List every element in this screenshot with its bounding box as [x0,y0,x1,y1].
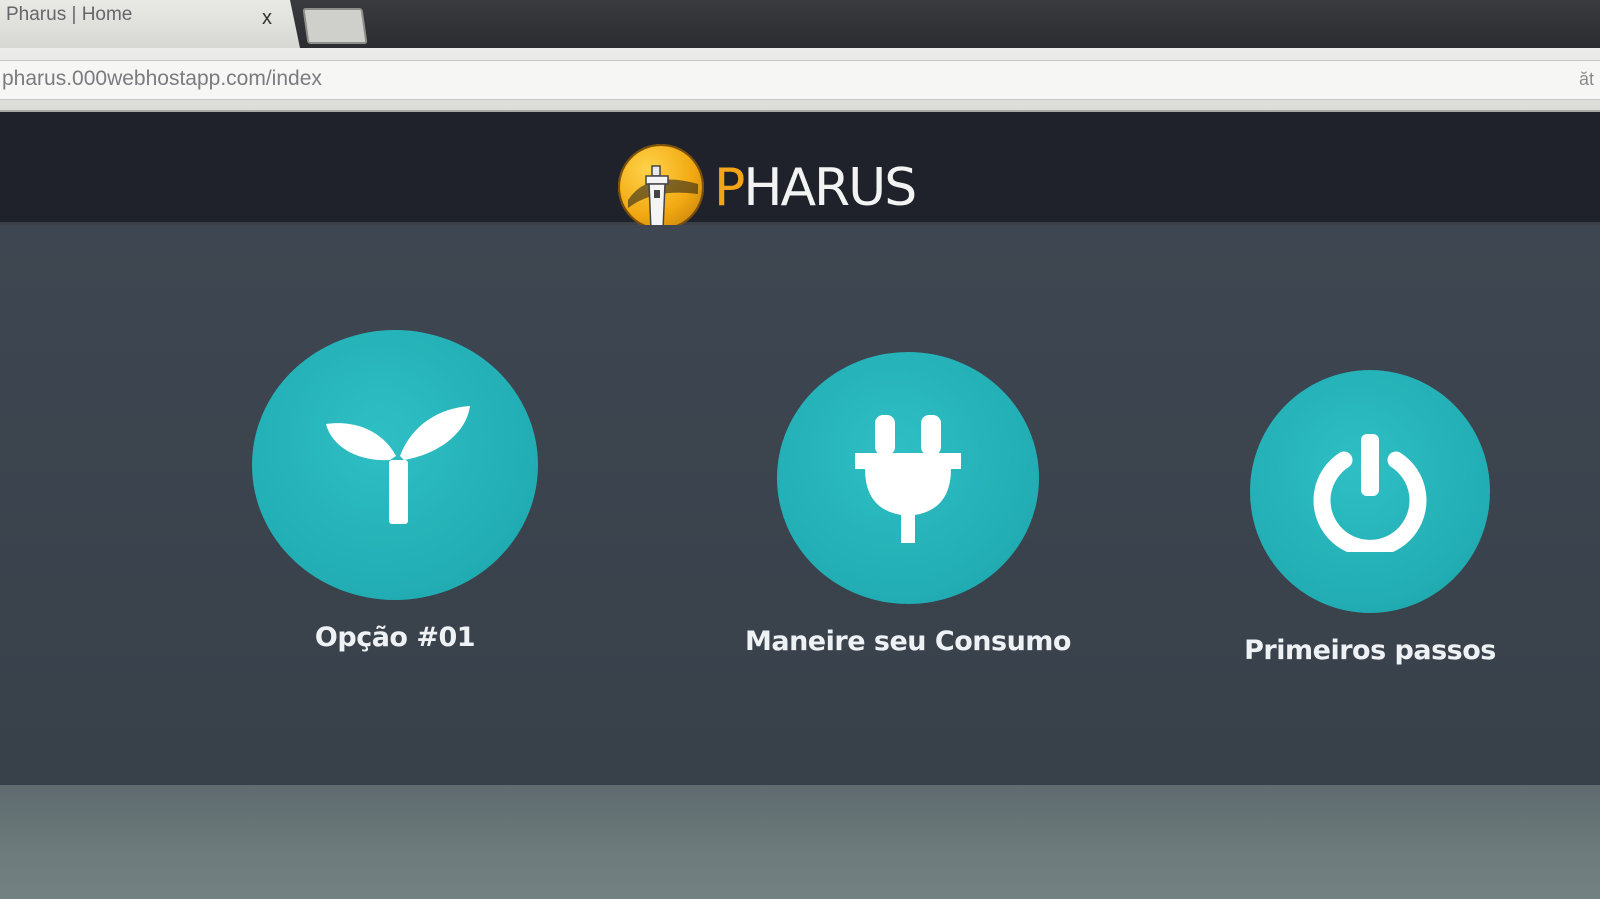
feature-first-steps-button[interactable] [1250,370,1490,613]
browser-tab[interactable]: Pharus | Home x [0,0,300,48]
feature-panel: Opção #01 Maneire seu Consumo Primeiros … [0,225,1600,785]
lighthouse-icon [618,144,704,230]
feature-manage-consumption-button[interactable] [777,352,1039,604]
address-bar-right-text: ăt [1578,69,1594,89]
logo-wordmark-rest: HARUS [743,158,917,218]
footer-strip [0,785,1600,899]
browser-tab-bar: Pharus | Home x [0,0,1600,50]
logo-wordmark-first-letter: P [714,158,745,218]
plug-icon [855,415,961,543]
browser-toolbar: pharus.000webhostapp.com/index ăt [0,48,1600,112]
tab-title: Pharus | Home [6,4,133,25]
feature-label: Opção #01 [314,622,476,653]
screen: Pharus | Home x pharus.000webhostapp.com… [0,0,1600,899]
feature-manage-consumption[interactable]: Maneire seu Consumo [728,352,1088,657]
power-icon [1313,433,1427,552]
feature-first-steps[interactable]: Primeiros passos [1220,370,1520,666]
site-header: PHARUS [0,112,1600,230]
close-icon[interactable]: x [262,8,272,28]
pharus-logo[interactable]: PHARUS [618,144,917,234]
address-text: pharus.000webhostapp.com/index [2,67,322,90]
address-bar[interactable]: pharus.000webhostapp.com/index ăt [0,60,1600,100]
sprout-icon [326,406,470,524]
feature-label: Primeiros passos [1244,635,1496,666]
feature-option-01[interactable]: Opção #01 [240,330,550,653]
feature-option-01-button[interactable] [252,330,538,600]
logo-wordmark: PHARUS [714,158,917,218]
new-tab-button[interactable] [302,8,368,44]
feature-label: Maneire seu Consumo [745,626,1071,657]
